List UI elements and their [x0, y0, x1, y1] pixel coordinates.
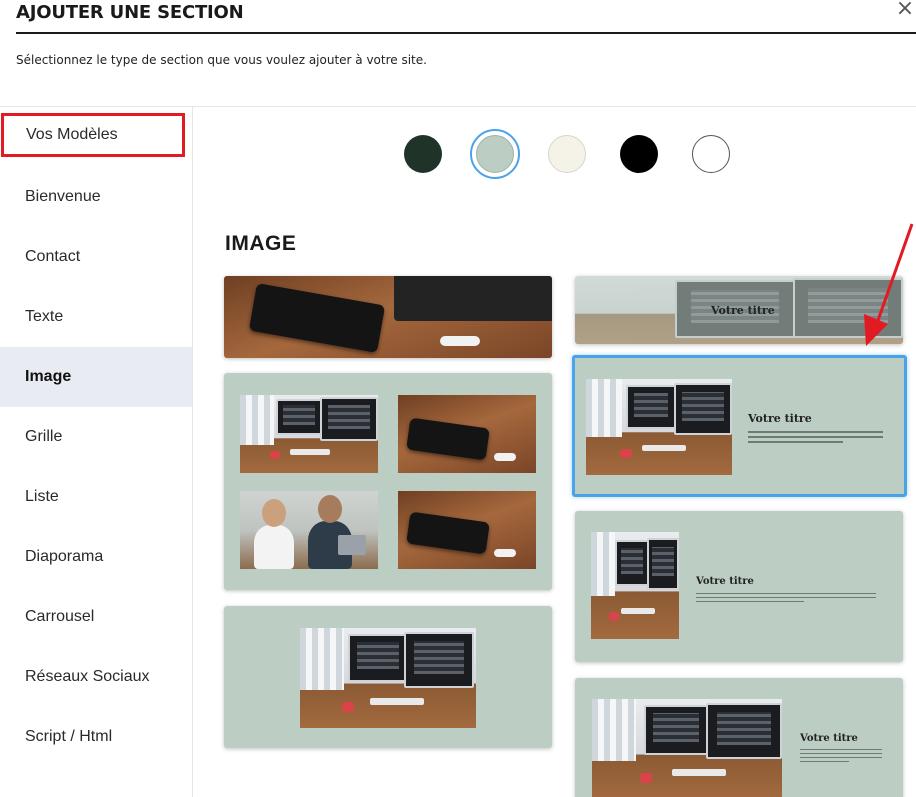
- template-card-image-text[interactable]: Votre titre: [572, 355, 907, 497]
- template-card-banner[interactable]: [224, 276, 552, 358]
- template-image: [592, 699, 782, 797]
- sidebar-item-grille[interactable]: Grille: [0, 407, 192, 467]
- dialog-header: AJOUTER UNE SECTION ×: [16, 0, 916, 34]
- template-image: [586, 379, 732, 475]
- template-title: Votre titre: [800, 733, 858, 744]
- color-swatch-cream[interactable]: [548, 135, 586, 173]
- sidebar-item-label: Bienvenue: [25, 188, 101, 205]
- sidebar-item-liste[interactable]: Liste: [0, 467, 192, 527]
- sidebar-item-diaporama[interactable]: Diaporama: [0, 527, 192, 587]
- sidebar-item-image[interactable]: Image: [0, 347, 192, 407]
- sidebar-item-bienvenue[interactable]: Bienvenue: [0, 167, 192, 227]
- sidebar-item-label: Liste: [25, 488, 59, 505]
- color-swatch-sage[interactable]: [476, 135, 514, 173]
- template-title: Votre titre: [696, 576, 754, 587]
- template-title: Votre titre: [711, 304, 775, 317]
- template-card-banner-title[interactable]: Votre titre: [575, 276, 903, 344]
- template-image: [300, 628, 476, 728]
- sidebar-item-label: Carrousel: [25, 608, 95, 625]
- sidebar-item-vos-modeles[interactable]: Vos Modèles: [0, 107, 192, 167]
- sidebar: Vos Modèles Bienvenue Contact Texte Imag…: [0, 107, 193, 797]
- template-text-lines: [748, 431, 883, 446]
- template-image: [240, 395, 378, 473]
- template-image: [398, 491, 536, 569]
- template-text-lines: [696, 593, 876, 605]
- template-text-lines: [800, 749, 882, 765]
- sidebar-item-label: Diaporama: [25, 548, 104, 565]
- sidebar-item-texte[interactable]: Texte: [0, 287, 192, 347]
- close-icon[interactable]: ×: [894, 0, 916, 22]
- color-swatch-dark-green[interactable]: [404, 135, 442, 173]
- sidebar-item-script-html[interactable]: Script / Html: [0, 707, 192, 767]
- template-card-image-text-narrow[interactable]: Votre titre: [575, 511, 903, 662]
- template-title: Votre titre: [748, 412, 812, 425]
- color-swatch-black[interactable]: [620, 135, 658, 173]
- sidebar-item-label: Contact: [25, 248, 81, 265]
- template-image: [224, 276, 552, 358]
- dialog-title: AJOUTER UNE SECTION: [16, 2, 244, 23]
- template-image: [240, 491, 378, 569]
- sidebar-item-reseaux-sociaux[interactable]: Réseaux Sociaux: [0, 647, 192, 707]
- color-swatch-white[interactable]: [692, 135, 730, 173]
- sidebar-item-label: Grille: [25, 428, 63, 445]
- sidebar-item-label: Texte: [25, 308, 64, 325]
- template-card-image-centered[interactable]: [224, 606, 552, 748]
- template-card-grid[interactable]: [224, 373, 552, 590]
- sidebar-item-label: Image: [25, 368, 72, 385]
- sidebar-item-contact[interactable]: Contact: [0, 227, 192, 287]
- sidebar-item-label: Vos Modèles: [26, 126, 118, 143]
- dialog-subtitle: Sélectionnez le type de section que vous…: [16, 53, 427, 67]
- template-image: [591, 532, 679, 639]
- template-image: [398, 395, 536, 473]
- highlight-box: Vos Modèles: [1, 113, 185, 157]
- section-title: IMAGE: [225, 232, 297, 255]
- sidebar-item-label: Réseaux Sociaux: [25, 668, 150, 685]
- sidebar-item-carrousel[interactable]: Carrousel: [0, 587, 192, 647]
- template-card-image-text-bottom[interactable]: Votre titre: [575, 678, 903, 797]
- sidebar-item-label: Script / Html: [25, 728, 113, 745]
